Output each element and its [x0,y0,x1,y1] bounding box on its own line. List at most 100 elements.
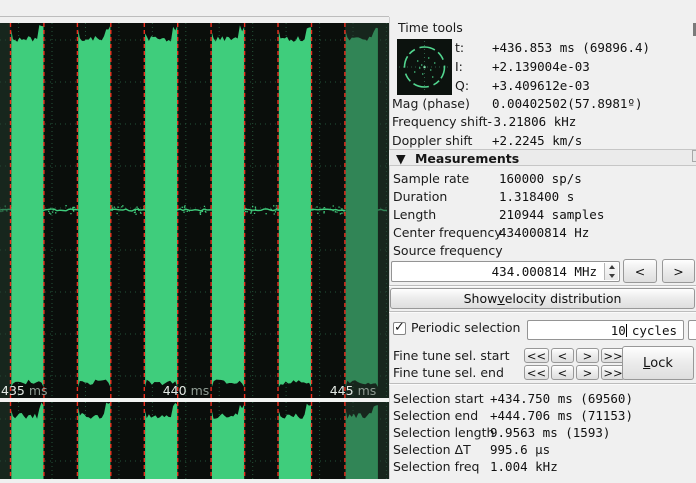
signal-burst [279,27,311,387]
duration-value: 1.318400 s [499,190,574,204]
selection-delta-t-label: Selection ΔT [393,443,471,457]
waveform-display[interactable]: 435 ms 440 ms 445 ms [0,0,389,479]
spin-down-icon[interactable] [609,274,615,278]
iq-constellation-display [397,39,452,95]
row-separator [0,398,389,401]
cycles-value: 10 [611,323,626,338]
step-back-label: < [635,264,645,279]
btn-label: << [527,366,546,380]
frequency-step-forward-button[interactable]: > [662,259,695,283]
sample-rate-label: Sample rate [393,172,469,186]
tools-panel: Time tools t: +436.853 ms (69896.4) I: +… [389,0,696,479]
periodic-selection-checkbox[interactable]: ✓ [393,322,406,335]
cycles-input[interactable]: 10 cycles [527,320,684,340]
fine-end-forward-button[interactable]: > [576,365,599,380]
time-axis-label: 440 ms [163,383,210,398]
t-label: t: [455,41,464,55]
velocity-label-mnemonic: v [497,291,504,306]
spinbox-arrows[interactable] [604,263,618,280]
fine-end-big-back-button[interactable]: << [524,365,549,380]
selection-freq-label: Selection freq [393,460,479,474]
btn-label: << [527,349,546,363]
periodic-selection-label: Periodic selection [411,321,520,335]
fine-tune-end-label: Fine tune sel. end [393,366,504,380]
signal-burst [145,26,177,387]
t-value: +436.853 ms (69896.4) [492,41,650,55]
separator [389,311,696,313]
btn-label: > [583,349,593,363]
frequency-spinbox-value: 434.000814 MHz [492,264,597,279]
cycles-unit: cycles [632,323,677,338]
frequency-shift-value: -3.21806 kHz [486,115,576,129]
selection-delta-t-value: 995.6 µs [490,443,550,457]
clipped-scroll-fragment [692,150,696,162]
mag-phase-label: Mag (phase) [392,97,470,111]
selection-length-label: Selection length [393,426,494,440]
fine-start-big-back-button[interactable]: << [524,348,549,363]
lock-label-mnemonic: L [643,356,650,371]
text-cursor [626,324,627,337]
fine-end-back-button[interactable]: < [551,365,574,380]
mag-phase-value: 0.00402502(57.8981º) [492,97,643,111]
selection-end-label: Selection end [393,409,478,423]
step-forward-label: > [673,264,683,279]
btn-label: > [583,366,593,380]
doppler-shift-label: Doppler shift [392,134,472,148]
outside-selection-left [0,402,11,479]
q-label: Q: [455,79,469,93]
show-velocity-distribution-button[interactable]: Show velocity distribution [390,288,695,309]
signal-burst [212,25,244,387]
i-value: +2.139004e-03 [492,60,590,74]
btn-label: >> [603,366,622,380]
fine-start-back-button[interactable]: < [551,348,574,363]
checkmark-icon: ✓ [394,320,405,335]
waveform-svg[interactable]: 435 ms 440 ms 445 ms [0,0,389,479]
velocity-label-post: elocity distribution [505,291,622,306]
separator [389,383,696,385]
cycles-spin-fragment[interactable] [688,320,696,340]
outside-selection-right [345,23,389,398]
btn-label: >> [603,349,622,363]
iq-center-point [424,66,426,68]
separator [389,285,696,287]
duration-label: Duration [393,190,447,204]
sample-rate-value: 160000 sp/s [499,172,582,186]
fine-start-forward-button[interactable]: > [576,348,599,363]
time-tools-title: Time tools [398,21,463,35]
outside-selection-left [0,23,11,398]
q-value: +3.409612e-03 [492,79,590,93]
measurements-title: Measurements [415,151,519,166]
selection-freq-value: 1.004 kHz [490,460,558,474]
waveform-row[interactable] [0,402,389,479]
length-value: 210944 samples [499,208,604,222]
spin-up-icon[interactable] [609,265,615,269]
source-frequency-label: Source frequency [393,244,503,258]
selection-length-value: 9.9563 ms (1593) [490,426,610,440]
doppler-shift-value: +2.2245 km/s [492,134,582,148]
frequency-spinbox[interactable]: 434.000814 MHz [391,261,620,282]
selection-start-value: +434.750 ms (69560) [490,392,633,406]
length-label: Length [393,208,436,222]
frequency-shift-label: Frequency shift [392,115,488,129]
selection-start-label: Selection start [393,392,484,406]
fine-tune-start-label: Fine tune sel. start [393,349,510,363]
outside-selection-right [345,402,389,479]
center-frequency-label: Center frequency [393,226,502,240]
btn-label: < [558,349,568,363]
center-frequency-value: 434000814 Hz [499,226,589,240]
lock-label-post: ock [650,356,673,371]
signal-burst [78,26,110,388]
time-axis-label: 435 ms [1,383,48,398]
waveform-row[interactable]: 435 ms 440 ms 445 ms [0,23,389,398]
frequency-step-back-button[interactable]: < [623,259,657,283]
panel-left-border [389,17,390,479]
signal-burst [11,25,43,387]
selection-end-value: +444.706 ms (71153) [490,409,633,423]
time-axis-label: 445 ms [330,383,377,398]
lock-button[interactable]: Lock [622,346,694,380]
i-label: I: [455,60,463,74]
velocity-label-pre: Show [464,291,498,306]
measurements-section-header[interactable]: ▼ Measurements [389,149,696,166]
btn-label: < [558,366,568,380]
collapse-triangle-icon: ▼ [396,151,406,166]
